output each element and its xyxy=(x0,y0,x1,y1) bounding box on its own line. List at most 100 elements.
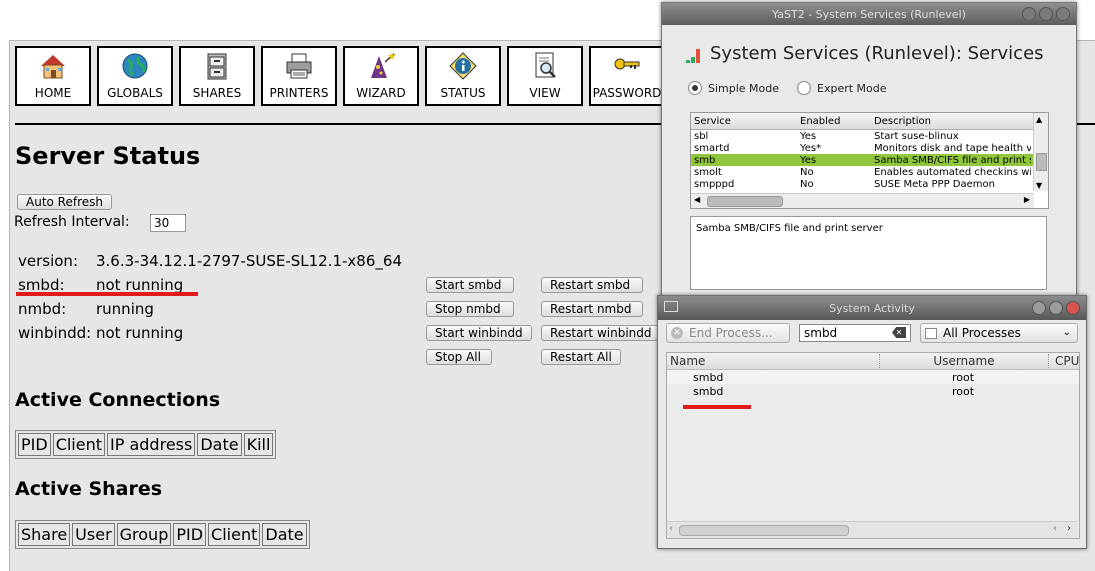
table-row[interactable]: smolt No Enables automated checkins with xyxy=(691,166,1048,178)
restart-smbd-button[interactable]: Restart smbd xyxy=(541,277,643,293)
close-icon[interactable] xyxy=(1066,301,1080,315)
connections-table: PID Client IP address Date Kill xyxy=(15,430,277,459)
scroll-left-icon[interactable]: ‹ xyxy=(669,523,673,534)
scroll-thumb[interactable] xyxy=(1036,153,1047,171)
sysact-titlebar[interactable]: System Activity xyxy=(658,296,1086,320)
scroll-thumb[interactable] xyxy=(679,525,849,536)
horizontal-scrollbar[interactable]: ◀ ▶ xyxy=(691,193,1034,208)
nav-shares-button[interactable]: SHARES xyxy=(179,46,255,106)
scroll-down-icon[interactable]: ▼ xyxy=(1036,181,1042,190)
yast-titlebar[interactable]: YaST2 - System Services (Runlevel) xyxy=(662,3,1076,25)
radio-circle xyxy=(688,81,702,95)
winbindd-label: winbindd: xyxy=(18,324,92,342)
expert-mode-radio[interactable]: Expert Mode xyxy=(797,81,887,95)
column-header: Kill xyxy=(243,433,274,456)
house-icon xyxy=(41,55,65,79)
column-header: Client xyxy=(52,433,106,456)
file-cabinet-icon xyxy=(207,53,227,80)
service-enabled: Yes xyxy=(800,130,817,142)
table-row[interactable]: smbd root xyxy=(667,384,1079,398)
column-header-name[interactable]: Name xyxy=(667,354,879,368)
process-search-input[interactable]: smbd ✕ xyxy=(799,324,911,342)
service-name: smolt xyxy=(694,166,722,178)
scroll-left-icon[interactable]: ◀ xyxy=(694,195,700,204)
version-value: 3.6.3-34.12.1-2797-SUSE-SL12.1-x86_64 xyxy=(96,252,402,270)
service-enabled: No xyxy=(800,166,814,178)
column-header-cpu[interactable]: CPU xyxy=(1048,354,1079,368)
start-winbindd-button[interactable]: Start winbindd xyxy=(426,325,532,341)
nav-globals-button[interactable]: GLOBALS xyxy=(97,46,173,106)
table-row[interactable]: sbl Yes Start suse-blinux xyxy=(691,130,1048,142)
smbd-highlight-underline xyxy=(16,292,198,296)
process-name: smbd xyxy=(693,370,724,384)
column-header-username[interactable]: Username xyxy=(879,354,1048,368)
nav-view-button[interactable]: VIEW xyxy=(507,46,583,106)
table-row-selected[interactable]: smb Yes Samba SMB/CIFS file and print se xyxy=(691,154,1048,166)
radio-circle xyxy=(797,81,811,95)
column-header-service[interactable]: Service xyxy=(691,116,797,127)
refresh-interval-input[interactable]: 30 xyxy=(150,214,186,232)
system-activity-window: System Activity ✕ End Process... smbd ✕ … xyxy=(657,295,1087,549)
services-table-header: Service Enabled Description xyxy=(691,113,1048,130)
radio-dot xyxy=(692,85,698,91)
maximize-icon[interactable] xyxy=(1049,301,1063,315)
restart-all-button[interactable]: Restart All xyxy=(541,349,621,365)
column-header-description[interactable]: Description xyxy=(871,116,1031,127)
table-row[interactable]: smbd root xyxy=(667,370,1079,384)
scroll-right-icon[interactable]: ▶ xyxy=(1024,195,1030,204)
maximize-icon[interactable] xyxy=(1039,7,1053,21)
nav-printers-button[interactable]: PRINTERS xyxy=(261,46,337,106)
wizard-hat-icon xyxy=(371,52,396,78)
restart-winbindd-button[interactable]: Restart winbindd xyxy=(541,325,659,341)
version-label: version: xyxy=(18,252,78,270)
close-icon[interactable] xyxy=(1056,7,1070,21)
nav-password-button[interactable]: PASSWORD xyxy=(589,46,665,106)
column-header: PID xyxy=(173,523,207,546)
nav-label: VIEW xyxy=(529,86,561,100)
nav-label: PASSWORD xyxy=(592,86,662,100)
nav-status-button[interactable]: STATUS xyxy=(425,46,501,106)
nav-label: HOME xyxy=(34,86,72,100)
minimize-icon[interactable] xyxy=(1032,301,1046,315)
globe-icon xyxy=(122,53,148,79)
column-header-enabled[interactable]: Enabled xyxy=(797,116,871,127)
service-description: Start suse-blinux xyxy=(874,130,959,142)
start-smbd-button[interactable]: Start smbd xyxy=(426,277,514,293)
column-header: Date xyxy=(262,523,307,546)
nav-wizard-button[interactable]: WIZARD xyxy=(343,46,419,106)
simple-mode-label: Simple Mode xyxy=(708,81,780,95)
auto-refresh-button[interactable]: Auto Refresh xyxy=(17,194,112,210)
simple-mode-radio[interactable]: Simple Mode xyxy=(688,81,779,95)
nav-label: SHARES xyxy=(192,86,242,100)
nav-home-button[interactable]: HOME xyxy=(15,46,91,106)
horizontal-scrollbar[interactable]: ‹ ‹ › xyxy=(667,521,1077,538)
scroll-left-icon[interactable]: ‹ xyxy=(1053,523,1057,534)
nav-label: PRINTERS xyxy=(269,86,329,100)
runlevel-bars-icon xyxy=(686,49,700,63)
table-row[interactable]: smartd Yes* Monitors disk and tape healt… xyxy=(691,142,1048,154)
printer-icon xyxy=(286,53,312,79)
scroll-right-icon[interactable]: › xyxy=(1067,523,1071,534)
clear-search-icon[interactable]: ✕ xyxy=(892,327,906,338)
nav-label: WIZARD xyxy=(356,86,406,100)
nav-label: GLOBALS xyxy=(107,86,163,100)
services-table[interactable]: Service Enabled Description sbl Yes Star… xyxy=(690,112,1049,209)
scroll-up-icon[interactable]: ▲ xyxy=(1036,115,1042,124)
scroll-thumb[interactable] xyxy=(707,196,783,207)
yast-services-window: YaST2 - System Services (Runlevel) Syste… xyxy=(661,2,1077,304)
magnifier-document-icon xyxy=(535,52,556,78)
end-process-button[interactable]: ✕ End Process... xyxy=(666,323,790,343)
process-filter-select[interactable]: All Processes ⌄ xyxy=(920,323,1078,343)
stop-all-button[interactable]: Stop All xyxy=(426,349,492,365)
column-header: User xyxy=(72,523,115,546)
process-table[interactable]: Name Username CPU smbd root smbd root ‹ … xyxy=(666,352,1080,539)
restart-nmbd-button[interactable]: Restart nmbd xyxy=(541,301,643,317)
table-row[interactable]: smpppd No SUSE Meta PPP Daemon xyxy=(691,178,1048,190)
service-description-box: Samba SMB/CIFS file and print server xyxy=(690,216,1047,290)
vertical-scrollbar[interactable]: ▲ ▼ xyxy=(1033,113,1048,191)
stop-nmbd-button[interactable]: Stop nmbd xyxy=(426,301,514,317)
refresh-interval-label: Refresh Interval: xyxy=(14,214,130,230)
column-header: Group xyxy=(116,523,172,546)
minimize-icon[interactable] xyxy=(1022,7,1036,21)
process-table-header: Name Username CPU xyxy=(667,353,1079,370)
